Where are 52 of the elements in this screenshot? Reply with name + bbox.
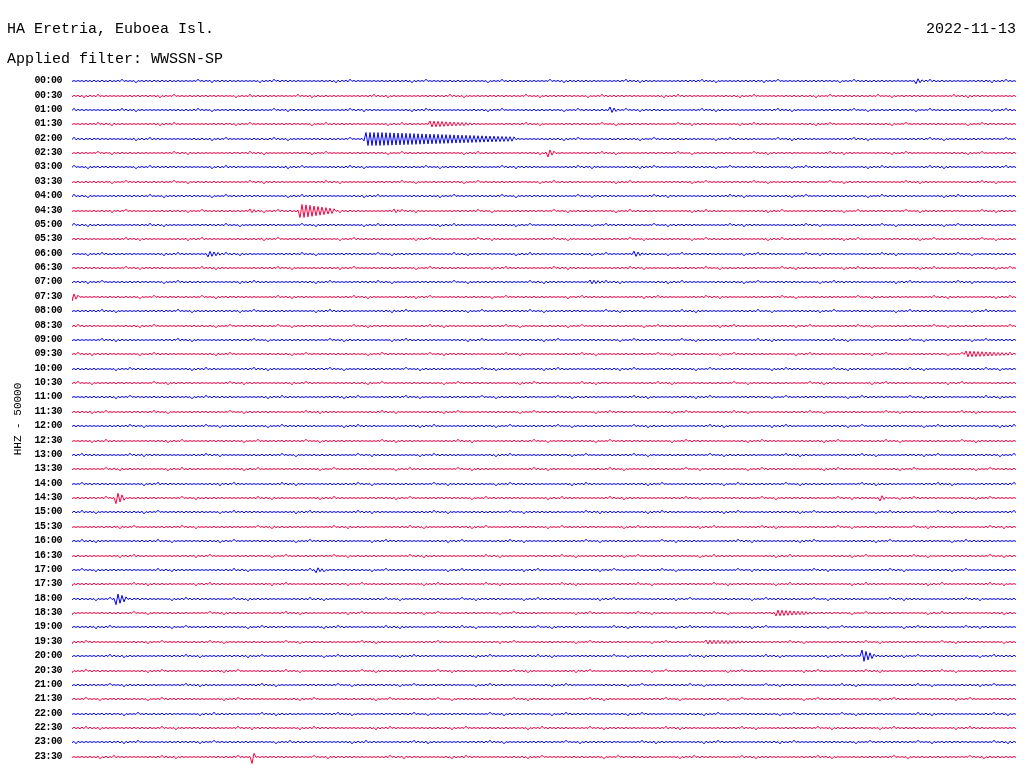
- time-label: 06:30: [33, 262, 62, 275]
- time-label: 13:00: [33, 448, 62, 461]
- time-label: 10:30: [33, 377, 62, 390]
- station-name: HA Eretria, Euboea Isl.: [7, 20, 215, 40]
- filter-label: Applied filter: WWSSN-SP: [7, 50, 225, 70]
- time-label: 06:00: [33, 247, 62, 260]
- time-label: 07:30: [33, 290, 62, 303]
- time-label: 20:00: [33, 650, 62, 663]
- time-label: 04:30: [33, 204, 62, 217]
- time-label: 16:00: [33, 535, 62, 548]
- time-label: 04:00: [33, 190, 62, 203]
- time-label: 00:30: [33, 89, 62, 102]
- time-label: 05:30: [33, 233, 62, 246]
- time-label: 11:00: [33, 391, 62, 404]
- time-label: 15:00: [33, 506, 62, 519]
- time-label: 21:00: [33, 678, 62, 691]
- time-label: 12:00: [33, 420, 62, 433]
- time-label: 00:00: [33, 75, 62, 88]
- time-label: 23:30: [33, 750, 62, 763]
- time-label: 14:00: [33, 477, 62, 490]
- time-label: 18:30: [33, 607, 62, 620]
- time-label: 17:30: [33, 578, 62, 591]
- time-label: 15:30: [33, 520, 62, 533]
- date-label: 2022-11-13: [926, 20, 1016, 40]
- axis-label: HHZ - 50000: [12, 382, 24, 456]
- time-label: 20:30: [33, 664, 62, 677]
- time-label: 09:00: [33, 333, 62, 346]
- time-label: 18:00: [33, 592, 62, 605]
- time-label: 03:00: [33, 161, 62, 174]
- time-label: 13:30: [33, 463, 62, 476]
- time-label: 22:00: [33, 707, 62, 720]
- time-label: 23:00: [33, 736, 62, 749]
- time-label: 02:00: [33, 132, 62, 145]
- time-label: 01:00: [33, 103, 62, 116]
- time-label: 03:30: [33, 175, 62, 188]
- time-label: 08:30: [33, 319, 62, 332]
- time-label: 10:00: [33, 362, 62, 375]
- time-label: 21:30: [33, 693, 62, 706]
- time-label: 02:30: [33, 147, 62, 160]
- time-label: 01:30: [33, 118, 62, 131]
- time-label: 09:30: [33, 348, 62, 361]
- time-label: 05:00: [33, 218, 62, 231]
- time-label: 19:30: [33, 635, 62, 648]
- time-label: 08:00: [33, 305, 62, 318]
- time-label: 16:30: [33, 549, 62, 562]
- time-label: 22:30: [33, 722, 62, 735]
- time-label: 19:00: [33, 621, 62, 634]
- time-label: 07:00: [33, 276, 62, 289]
- time-label: 12:30: [33, 434, 62, 447]
- time-label: 17:00: [33, 563, 62, 576]
- time-label: 14:30: [33, 492, 62, 505]
- time-label: 11:30: [33, 405, 62, 418]
